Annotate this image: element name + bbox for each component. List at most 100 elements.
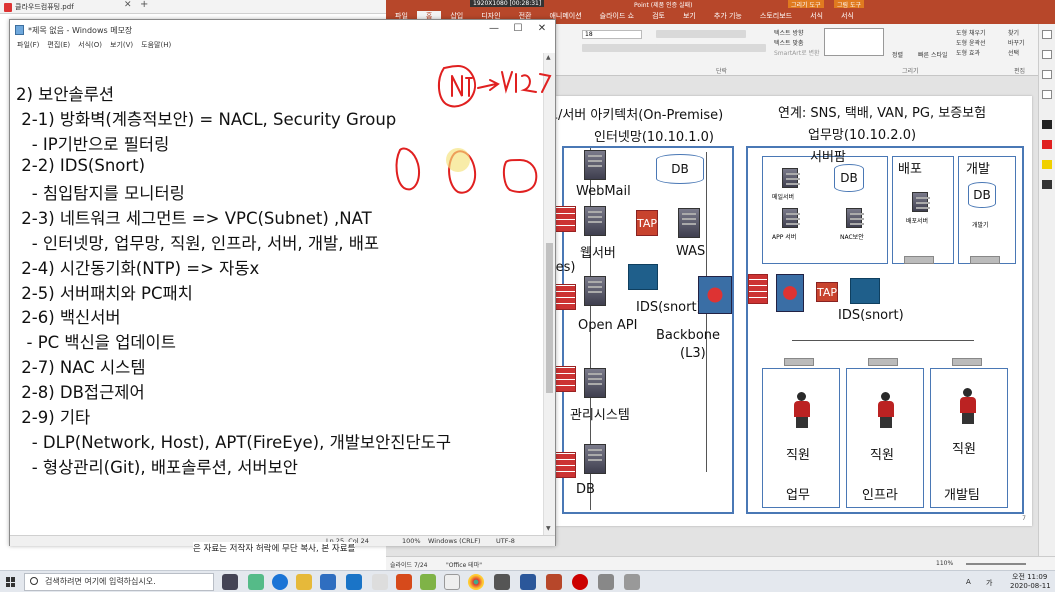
file-explorer-icon[interactable] — [296, 574, 312, 590]
slide-canvas[interactable]: 트/서버 아키텍처(On-Premise) 인터넷망(10.10.1.0) 연계… — [542, 96, 1032, 526]
app-icon[interactable] — [444, 574, 460, 590]
color-swatch-dark[interactable] — [1042, 180, 1052, 189]
scroll-thumb[interactable] — [546, 243, 553, 393]
clock-time[interactable]: 오전 11:09 — [1012, 572, 1047, 582]
clock-date[interactable]: 2020-08-11 — [1010, 582, 1051, 590]
mail-icon[interactable] — [320, 574, 336, 590]
tab-review[interactable]: 검토 — [643, 11, 674, 21]
firewall-icon — [554, 206, 576, 232]
tab-view[interactable]: 보기 — [674, 11, 705, 21]
app-icon[interactable] — [598, 574, 614, 590]
app-icon[interactable] — [624, 574, 640, 590]
menu-view[interactable]: 보기(V) — [106, 40, 137, 52]
app-icon[interactable] — [420, 574, 436, 590]
nac-server-label: NAC보안 — [840, 234, 864, 241]
notepad-vertical-scrollbar[interactable]: ▲ ▼ — [543, 53, 555, 535]
ppt-right-toolbar — [1038, 24, 1055, 556]
db-cylinder-left: DB — [656, 154, 704, 184]
maximize-button[interactable]: ☐ — [510, 22, 526, 36]
arrange-button[interactable]: 정렬 — [892, 50, 903, 59]
menu-file[interactable]: 파일(F) — [13, 40, 43, 52]
office-icon[interactable] — [396, 574, 412, 590]
firewall-icon — [748, 274, 768, 304]
record-icon[interactable] — [572, 574, 588, 590]
search-icon — [30, 577, 38, 585]
slide-position: 슬라이드 7/24 — [390, 562, 428, 569]
shape-effects[interactable]: 도형 효과 — [956, 48, 980, 57]
windows-start-icon[interactable] — [6, 577, 16, 587]
color-swatch-yellow[interactable] — [1042, 160, 1052, 169]
zoom-slider[interactable] — [966, 563, 1026, 565]
theme-name: "Office 테마" — [446, 562, 482, 569]
notepad-window: *제목 없음 - Windows 메모장 — ☐ ✕ 파일(F) 편집(E) 서… — [9, 19, 556, 546]
alignment-buttons[interactable] — [582, 44, 662, 52]
task-view-icon[interactable] — [222, 574, 238, 590]
color-swatch-black[interactable] — [1042, 120, 1052, 129]
notepad-taskbar-icon[interactable] — [372, 574, 388, 590]
find-button[interactable]: 찾기 — [1008, 28, 1019, 37]
shapes-gallery[interactable] — [824, 28, 884, 56]
edge-icon[interactable] — [272, 574, 288, 590]
store-icon[interactable] — [346, 574, 362, 590]
notepad-text-area[interactable]: 2) 보안솔루션 2-1) 방화벽(계층적보안) = NACL, Securit… — [10, 53, 543, 535]
align-row-buttons[interactable] — [656, 44, 766, 52]
taskbar-search-box[interactable]: 검색하려면 여기에 입력하십시오. — [24, 573, 214, 591]
text-align[interactable]: 텍스트 맞춤 — [774, 38, 804, 47]
smartart-convert[interactable]: SmartArt로 변환 — [774, 48, 820, 57]
new-tab-icon[interactable]: + — [140, 0, 148, 10]
replace-button[interactable]: 바꾸기 — [1008, 38, 1025, 47]
sns-server-icon — [584, 276, 606, 306]
pen-tool-icon[interactable] — [1042, 30, 1052, 39]
tab-addins[interactable]: 추가 기능 — [705, 11, 751, 21]
notepad-zoom: 100% — [402, 537, 421, 545]
text-line: 2-2) IDS(Snort) — [16, 156, 146, 175]
menu-format[interactable]: 서식(O) — [74, 40, 106, 52]
text-direction[interactable]: 텍스트 방향 — [774, 28, 804, 37]
scroll-down-icon[interactable]: ▼ — [546, 525, 551, 532]
shape-fill[interactable]: 도형 채우기 — [956, 28, 986, 37]
eraser-tool-icon[interactable] — [1042, 70, 1052, 79]
chrome-icon[interactable] — [468, 574, 484, 590]
app-icon[interactable] — [494, 574, 510, 590]
scroll-up-icon[interactable]: ▲ — [546, 54, 551, 61]
tab-format-drawing[interactable]: 서식 — [801, 11, 832, 21]
menu-help[interactable]: 도움말(H) — [137, 40, 175, 52]
internet-net-label: 인터넷망(10.10.1.0) — [594, 130, 715, 145]
pdf-tab[interactable]: 클라우드컴퓨팅.pdf — [4, 1, 74, 13]
app-server-icon — [782, 208, 800, 228]
minimize-button[interactable]: — — [486, 22, 502, 36]
app-icon[interactable] — [248, 574, 264, 590]
shape-outline[interactable]: 도형 윤곽선 — [956, 38, 986, 47]
tab-close-icon[interactable]: ✕ — [124, 0, 132, 10]
highlighter-tool-icon[interactable] — [1042, 50, 1052, 59]
close-button[interactable]: ✕ — [534, 22, 550, 36]
webmail-server-icon — [584, 150, 606, 180]
menu-edit[interactable]: 편집(E) — [43, 40, 74, 52]
tab-storyboard[interactable]: 스토리보드 — [751, 11, 801, 21]
zoom-level: 110% — [936, 560, 954, 567]
sns-label: Open API — [578, 318, 638, 333]
slide-title: 트/서버 아키텍처(On-Premise) — [546, 108, 724, 123]
notepad-menubar: 파일(F) 편집(E) 서식(O) 보기(V) 도움말(H) — [10, 40, 555, 52]
word-icon[interactable] — [520, 574, 536, 590]
paragraph-buttons[interactable] — [656, 30, 746, 38]
core-router-icon — [776, 274, 804, 312]
notepad-titlebar[interactable]: *제목 없음 - Windows 메모장 — ☐ ✕ — [10, 20, 555, 40]
app-server-label: APP 서버 — [772, 234, 797, 241]
text-line: - 형상관리(Git), 배포솔루션, 서버보안 — [16, 458, 298, 477]
shape-tool-icon[interactable] — [1042, 90, 1052, 99]
select-button[interactable]: 선택 — [1008, 48, 1019, 57]
quick-styles-button[interactable]: 빠른 스타일 — [918, 50, 948, 59]
ime-lang[interactable]: 가 — [986, 578, 992, 588]
switch-icon — [868, 358, 898, 366]
color-swatch-red[interactable] — [1042, 140, 1052, 149]
font-size-box[interactable]: 18 — [582, 30, 642, 39]
firewall-icon — [554, 366, 576, 392]
web-server-label: 웹서버 — [580, 246, 616, 261]
tab-format-picture[interactable]: 서식 — [832, 11, 863, 21]
recording-badge: 1920X1080 [00:28:31] — [470, 0, 545, 7]
openapi-label: 관리시스템 — [570, 408, 630, 423]
powerpoint-taskbar-icon[interactable] — [546, 574, 562, 590]
ime-mode[interactable]: A — [966, 578, 971, 586]
tab-slideshow[interactable]: 슬라이드 쇼 — [591, 11, 643, 21]
